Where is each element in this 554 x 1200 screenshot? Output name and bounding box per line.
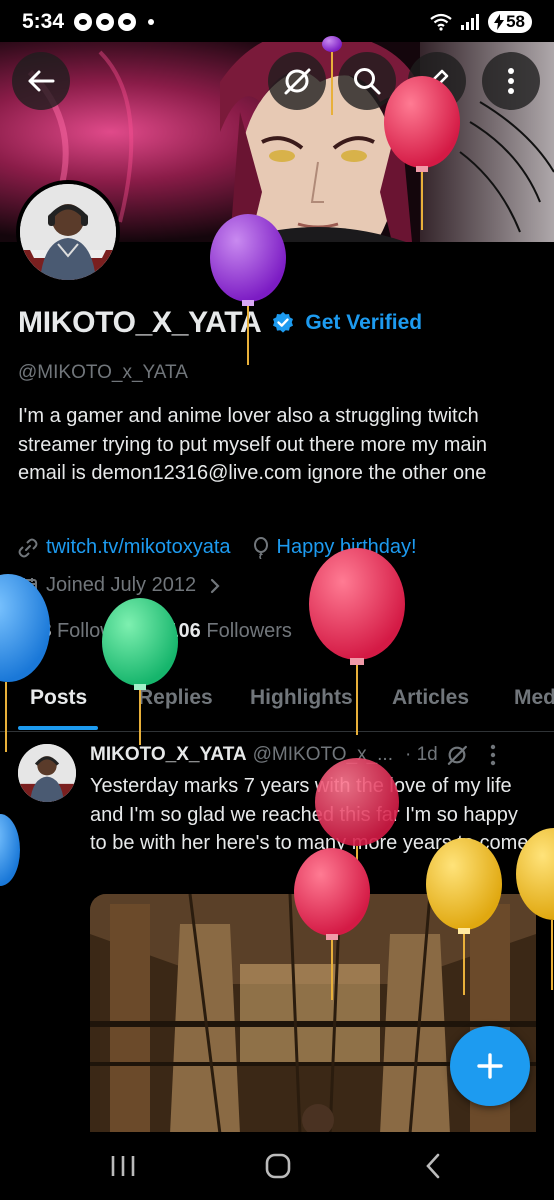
display-name: MIKOTO_X_YATA (18, 306, 262, 339)
birthday-label[interactable]: Happy birthday! (277, 536, 417, 559)
link-icon (18, 538, 38, 557)
grok-slash-icon[interactable] (446, 744, 468, 766)
followers-count: 106 (167, 620, 201, 642)
tab-replies[interactable]: Replies (138, 686, 213, 710)
post-more-icon[interactable] (490, 744, 496, 766)
follow-stats: 268 Following 106 Followers (18, 620, 292, 643)
notification-icons (74, 13, 155, 31)
status-bar: 5:34 58 (0, 0, 554, 44)
balloon-icon (253, 536, 268, 559)
tab-posts[interactable]: Posts (30, 686, 87, 710)
tab-media[interactable]: Med (514, 686, 554, 710)
active-tab-indicator (18, 726, 98, 730)
followers-link[interactable]: 106 Followers (167, 620, 292, 643)
following-count: 268 (18, 620, 52, 642)
joined-date-row[interactable]: Joined July 2012 (18, 574, 220, 597)
get-verified-link[interactable]: Get Verified (305, 311, 422, 335)
edit-button[interactable] (408, 52, 466, 110)
more-notifications-icon (148, 19, 155, 25)
profile-avatar[interactable] (16, 180, 120, 284)
profile-topbar (0, 52, 554, 114)
tab-articles[interactable]: Articles (392, 686, 469, 710)
battery-indicator: 58 (488, 11, 532, 33)
messenger-icon (96, 13, 115, 31)
tab-highlights[interactable]: Highlights (250, 686, 353, 710)
system-nav-bar (0, 1132, 554, 1200)
profile-name-row: MIKOTO_X_YATA Get Verified (18, 306, 422, 340)
status-time: 5:34 (22, 10, 65, 33)
chevron-right-icon (211, 578, 220, 593)
recent-apps-icon[interactable] (110, 1154, 136, 1178)
website-link[interactable]: twitch.tv/mikotoxyata (46, 536, 231, 559)
messenger-icon (74, 13, 93, 31)
profile-tabs: Posts Replies Highlights Articles Med (0, 672, 554, 732)
messenger-icon (118, 13, 137, 31)
pencil-icon (424, 69, 450, 95)
search-button[interactable] (338, 52, 396, 110)
post-author-avatar[interactable] (18, 744, 76, 802)
post-timestamp[interactable]: · 1d (405, 744, 438, 766)
home-icon[interactable] (264, 1152, 292, 1180)
post-author-handle[interactable]: @MIKOTO_x_... (253, 744, 393, 766)
avatar-photo (20, 184, 116, 280)
more-button[interactable] (482, 52, 540, 110)
profile-handle: @MIKOTO_x_YATA (18, 362, 188, 383)
arrow-left-icon (28, 70, 55, 92)
calendar-icon (19, 577, 37, 595)
verified-badge-icon[interactable] (271, 311, 295, 335)
following-link[interactable]: 268 Following (18, 620, 141, 643)
joined-date: Joined July 2012 (46, 574, 197, 596)
signal-icon (461, 14, 480, 30)
following-label: Following (56, 620, 142, 642)
profile-bio: I'm a gamer and anime lover also a strug… (18, 405, 488, 484)
charging-bolt-icon (494, 14, 505, 30)
post-header: MIKOTO_X_YATA @MIKOTO_x_... · 1d (90, 744, 540, 766)
followers-label: Followers (206, 620, 292, 642)
grok-slash-icon (284, 68, 311, 95)
grok-button[interactable] (268, 52, 326, 110)
plus-icon (477, 1053, 503, 1079)
battery-level: 58 (506, 12, 525, 31)
more-vertical-icon (508, 68, 514, 94)
back-nav-icon[interactable] (424, 1152, 442, 1180)
post-text: Yesterday marks 7 years with the love of… (90, 775, 529, 854)
profile-meta: twitch.tv/mikotoxyata Happy birthday! (18, 536, 417, 559)
post-author-name[interactable]: MIKOTO_X_YATA (90, 744, 247, 766)
compose-post-button[interactable] (450, 1026, 530, 1106)
balloon-blue-edge (0, 814, 20, 886)
avatar-photo (18, 744, 76, 802)
back-button[interactable] (12, 52, 70, 110)
search-icon (354, 68, 381, 95)
wifi-icon (430, 13, 452, 31)
